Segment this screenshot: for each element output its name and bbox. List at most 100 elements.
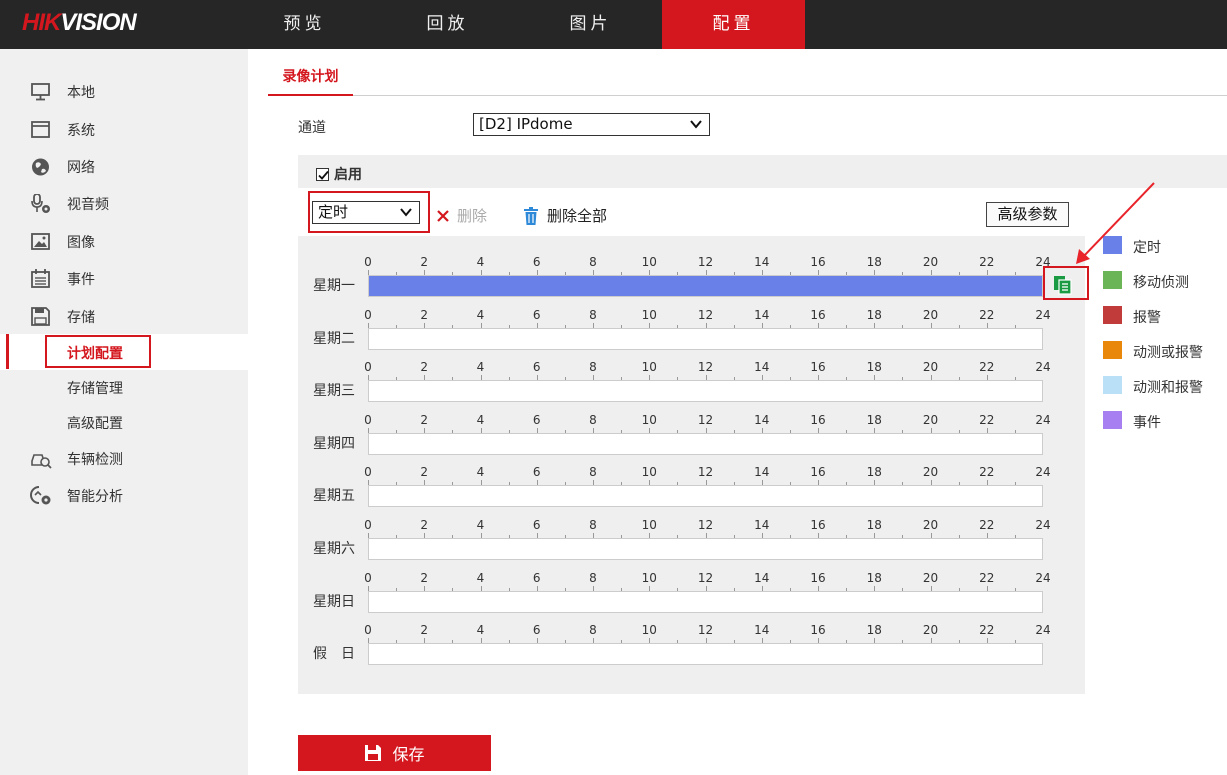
hour-tick-label: 18 [866, 623, 882, 638]
hour-tick-label: 10 [641, 360, 657, 375]
channel-select[interactable]: [D2] IPdome [473, 113, 710, 136]
sidebar-item-label: 事件 [67, 272, 95, 288]
copy-icon[interactable] [1053, 275, 1073, 295]
window-icon [30, 120, 52, 140]
hour-tick-label: 8 [589, 307, 597, 322]
hour-tick-label: 14 [754, 255, 770, 269]
hour-tick-label: 24 [1035, 570, 1051, 585]
hour-tick-label: 8 [589, 570, 597, 585]
hour-tick-label: 16 [810, 360, 826, 375]
top-nav: 预览 回放 图片 配置 [233, 0, 805, 49]
top-nav-configuration[interactable]: 配置 [662, 0, 805, 49]
hour-tick-label: 4 [476, 412, 485, 427]
hour-tick-label: 24 [1035, 360, 1051, 375]
delete-label: 删除 [457, 207, 488, 225]
checkbox-box[interactable] [316, 167, 329, 181]
sidebar-item-label: 存储 [67, 310, 95, 326]
top-nav-playback[interactable]: 回放 [376, 0, 519, 49]
hour-tick-label: 2 [420, 360, 429, 375]
hour-tick-label: 2 [420, 412, 429, 427]
top-nav-preview[interactable]: 预览 [233, 0, 376, 49]
delete-all-button[interactable]: 删除全部 [523, 205, 607, 226]
hour-tick-label: 10 [641, 623, 657, 638]
sidebar-item-smart-analysis[interactable]: 智能分析 [0, 477, 248, 513]
hour-tick-label: 4 [476, 360, 485, 375]
hour-tick-label: 4 [476, 623, 485, 638]
legend-swatch [1103, 411, 1122, 429]
sidebar-item-storage-management[interactable]: 存储管理 [0, 369, 248, 405]
hour-tick-label: 20 [922, 255, 939, 269]
enable-checkbox[interactable]: 启用 [316, 164, 362, 184]
sidebar-item-label: 计划配置 [67, 346, 123, 362]
day-timeline-bar[interactable] [368, 643, 1043, 666]
hour-tick-label: 16 [810, 465, 826, 480]
top-bar: HIKVISION 预览 回放 图片 配置 [0, 0, 1227, 49]
hour-tick-label: 16 [810, 307, 826, 322]
hour-tick-label: 4 [476, 465, 485, 480]
schedule-row: 0 2 4 6 8 10 12 14 16 18 20 22 24 星期三 [298, 341, 1085, 403]
image-icon [30, 232, 52, 252]
sidebar-item-network[interactable]: 网络 [0, 148, 248, 184]
sidebar-item-vehicle-detection[interactable]: 车辆检测 [0, 440, 248, 476]
smart-analysis-icon [30, 486, 52, 506]
sidebar-item-local[interactable]: 本地 [0, 73, 248, 109]
sidebar-item-image[interactable]: 图像 [0, 223, 248, 259]
legend-swatch [1103, 236, 1122, 254]
legend-swatch [1103, 306, 1122, 324]
hour-tick-label: 22 [979, 623, 995, 638]
tab-divider [268, 95, 1227, 96]
chevron-down-icon [400, 208, 412, 217]
hour-tick-label: 14 [754, 412, 770, 427]
hour-tick-label: 24 [1035, 623, 1051, 638]
channel-select-value: [D2] IPdome [479, 115, 573, 133]
hour-tick-label: 4 [476, 570, 485, 585]
sidebar-item-advanced-config[interactable]: 高级配置 [0, 404, 248, 440]
hour-tick-label: 12 [697, 255, 714, 269]
hour-tick-label: 22 [979, 307, 995, 322]
legend-label: 移动侦测 [1133, 275, 1189, 291]
hour-tick-label: 12 [697, 307, 714, 322]
top-nav-picture[interactable]: 图片 [519, 0, 662, 49]
hour-tick-label: 2 [420, 307, 429, 322]
hour-tick-label: 0 [364, 465, 372, 480]
hour-tick-label: 16 [810, 518, 826, 532]
sidebar-item-event[interactable]: 事件 [0, 260, 248, 296]
save-label: 保存 [392, 745, 425, 764]
hour-tick-label: 6 [532, 623, 541, 638]
sidebar-item-schedule-config[interactable]: 计划配置 [0, 334, 248, 370]
delete-button[interactable]: 删除 [435, 205, 487, 226]
schedule-row: 0 2 4 6 8 10 12 14 16 18 20 22 24 星期一 [298, 236, 1085, 297]
hour-tick-label: 8 [589, 360, 597, 375]
hour-tick-label: 12 [697, 412, 714, 427]
hour-tick-label: 20 [922, 307, 939, 322]
enable-panel [298, 155, 1227, 188]
hour-tick-label: 18 [866, 465, 882, 480]
tab-record-schedule[interactable]: 录像计划 [268, 62, 353, 96]
schedule-row: 0 2 4 6 8 10 12 14 16 18 20 22 24 星期日 [298, 552, 1085, 613]
close-icon [437, 209, 449, 222]
sidebar-item-label: 高级配置 [67, 416, 123, 432]
legend-label: 事件 [1133, 415, 1161, 431]
hour-tick-label: 10 [641, 518, 657, 532]
hour-tick-label: 16 [810, 255, 826, 269]
sidebar-item-system[interactable]: 系统 [0, 111, 248, 147]
legend-swatch [1103, 376, 1122, 394]
record-type-select[interactable]: 定时 [312, 201, 420, 224]
delete-all-label: 删除全部 [547, 207, 608, 225]
hour-tick-label: 18 [866, 412, 882, 427]
advanced-params-button[interactable]: 高级参数 [986, 202, 1069, 227]
sidebar-item-label: 智能分析 [67, 489, 123, 505]
save-button[interactable]: 保存 [298, 735, 491, 771]
sidebar-item-label: 系统 [67, 123, 95, 139]
sidebar-item-video-audio[interactable]: 视音频 [0, 185, 248, 221]
hour-tick-label: 14 [754, 518, 770, 532]
hour-tick-label: 2 [420, 570, 429, 585]
hour-tick-label: 22 [979, 465, 995, 480]
sidebar-item-label: 车辆检测 [67, 452, 123, 468]
hour-tick-label: 2 [420, 623, 429, 638]
hour-tick-label: 14 [754, 623, 770, 638]
sidebar-item-storage[interactable]: 存储 [0, 298, 248, 334]
hour-tick-label: 10 [641, 307, 657, 322]
hour-tick-label: 0 [364, 623, 372, 638]
enable-label: 启用 [334, 167, 362, 183]
